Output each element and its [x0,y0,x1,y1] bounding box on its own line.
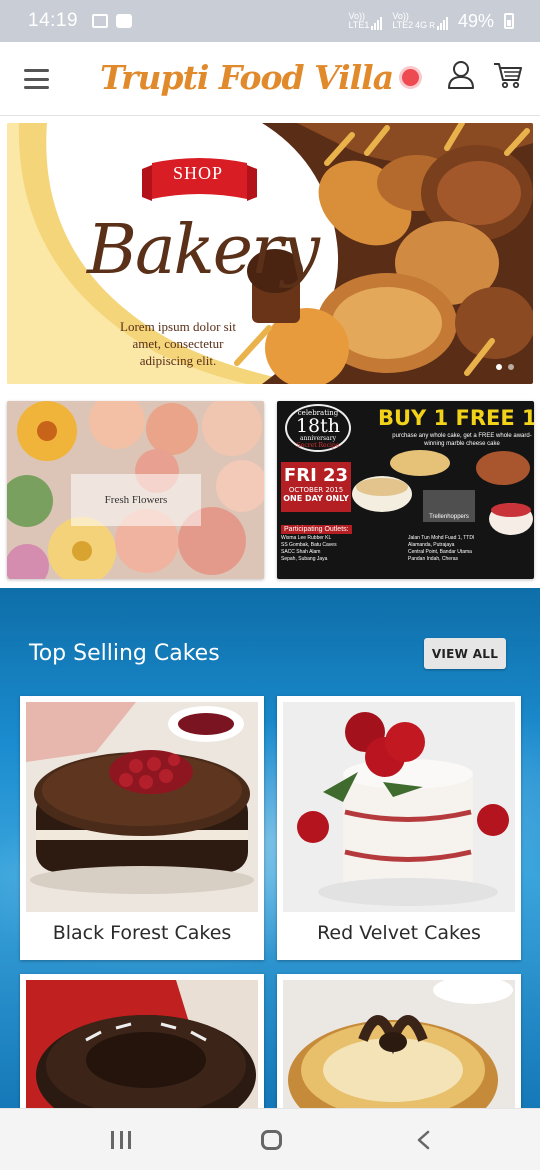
status-bar: 14:19 Vo)) LTE1 Vo)) LTE2 4G R 49% [0,0,540,42]
participating-outlets: Participating Outlets: Wisma Lee Rubber … [281,525,531,575]
sim2-signal-icon: Vo)) LTE2 4G R [392,12,448,30]
shop-ribbon-text: SHOP [173,163,224,183]
hero-subtitle: Lorem ipsum dolor sit amet, consectetur … [120,319,236,368]
cart-icon[interactable] [493,60,523,90]
anniversary-badge: celebrating 18th anniversary Secret Reci… [285,404,351,452]
promo-fresh-flowers[interactable]: Fresh Flowers [7,401,264,579]
product-card-label: Black Forest Cakes [52,922,232,944]
sim1-signal-icon: Vo)) LTE1 [348,12,383,30]
outlet-item: Sepah, Subang Jaya [281,556,328,562]
chocolate-cake-image [26,980,258,1108]
product-card-red-velvet[interactable]: Red Velvet Cakes [277,696,521,960]
carousel-dot[interactable] [496,364,502,370]
offer-title: BUY 1 FREE 1 [378,406,534,430]
offer-date: FRI 23 OCTOBER 2015 ONE DAY ONLY [281,462,351,512]
product-card-chocolate[interactable] [20,974,264,1108]
home-icon[interactable] [261,1130,282,1150]
outlet-item: SACC Shah Alam [281,549,321,555]
wifi-calling-icon [116,14,133,28]
battery-percent: 49% [457,10,494,31]
product-card-label: Red Velvet Cakes [317,922,481,944]
carousel-dots[interactable] [496,364,514,370]
user-icon[interactable] [447,60,475,90]
top-selling-section: Top Selling Cakes VIEW ALL Black Forest … [0,588,540,1108]
butterscotch-cake-image [283,980,515,1108]
recent-apps-icon[interactable] [111,1131,131,1149]
black-forest-cake-image [26,702,258,912]
product-card-butterscotch[interactable] [277,974,521,1108]
gallery-notification-icon [92,14,109,28]
product-card-black-forest[interactable]: Black Forest Cakes [20,696,264,960]
section-title: Top Selling Cakes [29,641,220,666]
outlet-item: Pandan Indah, Cheras [408,556,459,562]
roaming-indicator: R [429,21,435,30]
trellenhoppers-tag: Trellenhoppers [423,490,475,522]
fresh-flowers-label: Fresh Flowers [71,474,201,526]
red-velvet-cake-image [283,702,515,912]
outlet-item: Wisma Lee Rubber KL [281,535,332,541]
outlet-item: SS Gombak, Batu Caves [281,542,337,548]
notification-dot[interactable] [402,69,419,86]
outlet-item: Alamanda, Putrajaya [408,542,455,548]
promo-buy-one-free-one[interactable]: celebrating 18th anniversary Secret Reci… [277,401,534,579]
status-time: 14:19 [28,10,79,31]
outlet-item: Central Point, Bandar Utama [408,549,472,555]
outlet-item: Jalan Tun Mohd Fuad 1, TTDI [408,535,475,541]
view-all-button[interactable]: VIEW ALL [424,638,506,669]
hamburger-menu-icon[interactable] [24,69,49,89]
battery-icon [504,13,514,29]
brand-logo[interactable]: Trupti Food Villa [100,54,394,102]
hero-banner[interactable]: SHOP Bakery Lorem ipsum dolor sit amet, … [7,123,533,384]
hero-title: Bakery [87,211,320,290]
carousel-dot[interactable] [508,364,514,370]
system-nav-bar [0,1108,540,1170]
back-icon[interactable] [414,1130,434,1150]
network-type: 4G [415,20,428,30]
offer-description: purchase any whole cake, get a FREE whol… [392,433,532,447]
